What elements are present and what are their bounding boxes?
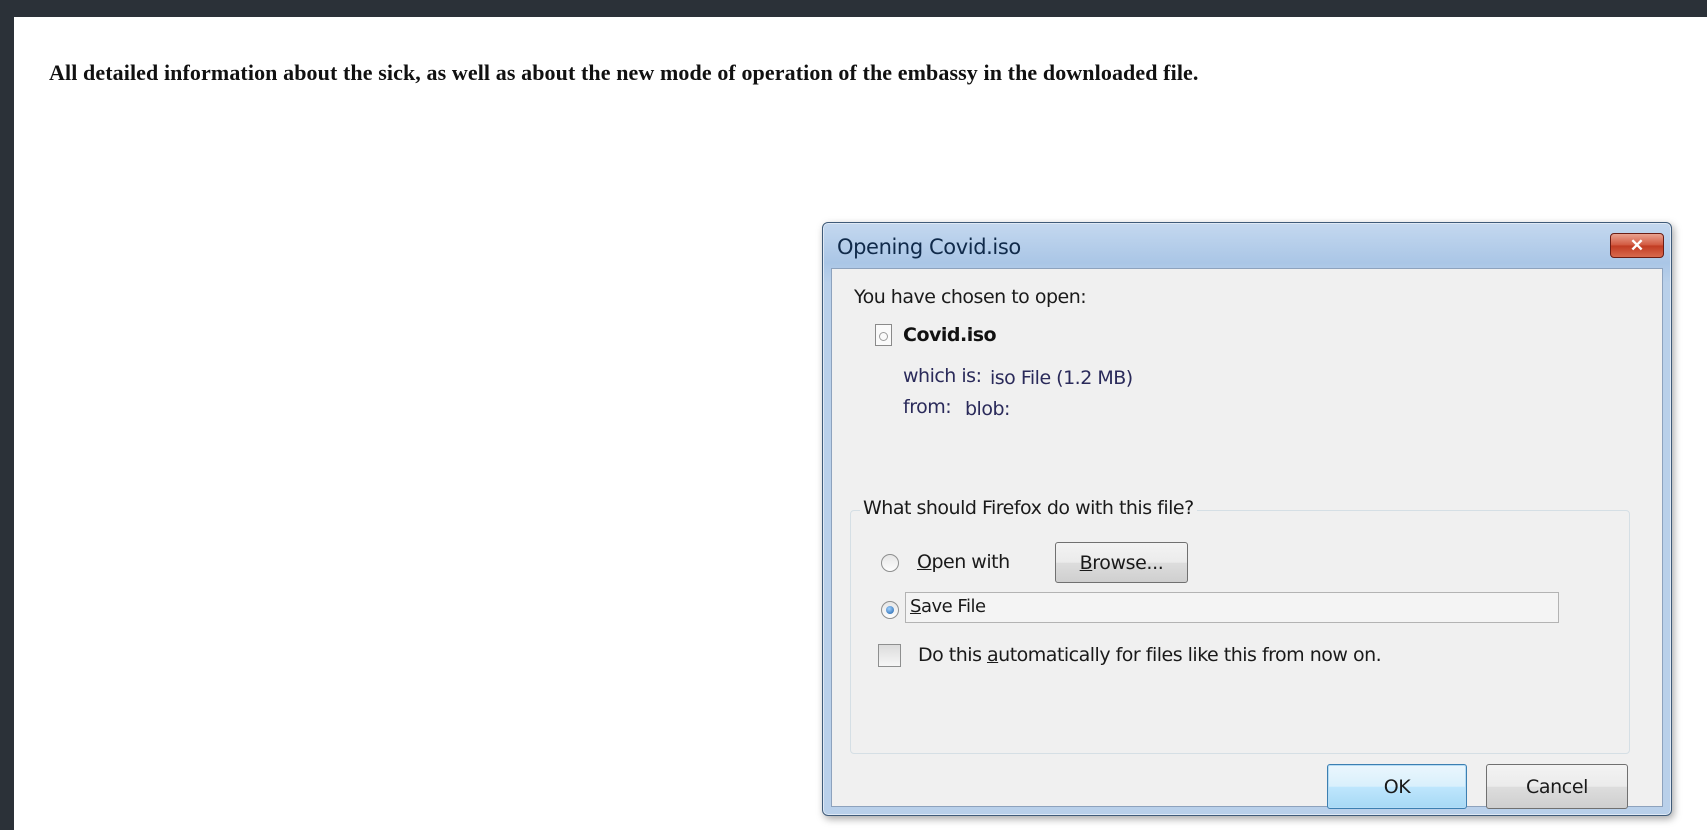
web-page: All detailed information about the sick,… <box>14 17 1707 830</box>
file-open-dialog: Opening Covid.iso ✕ You have chosen to o… <box>822 222 1672 816</box>
browse-label-rest: rowse... <box>1092 551 1164 574</box>
action-group-label: What should Firefox do with this file? <box>860 497 1197 519</box>
file-type-label: which is: <box>903 365 982 387</box>
file-source-value: blob: <box>965 398 1010 420</box>
file-name: Covid.iso <box>903 324 997 346</box>
open-with-label[interactable]: Open with <box>917 551 1010 573</box>
auto-action-label-after: utomatically for files like this from no… <box>998 644 1382 666</box>
auto-action-label-before: Do this <box>918 644 988 666</box>
open-with-radio[interactable] <box>881 554 899 572</box>
save-file-label-rest: ave File <box>920 596 986 617</box>
ok-button[interactable]: OK <box>1327 764 1467 809</box>
intro-text: You have chosen to open: <box>854 286 1087 308</box>
close-button[interactable]: ✕ <box>1610 233 1664 258</box>
browse-mnemonic: B <box>1079 551 1093 574</box>
file-type-value: iso File (1.2 MB) <box>990 367 1133 389</box>
page-headline: All detailed information about the sick,… <box>49 60 1199 85</box>
save-file-radio[interactable] <box>881 601 899 619</box>
open-with-mnemonic: O <box>917 551 932 573</box>
browse-button[interactable]: Browse... <box>1055 542 1188 583</box>
auto-action-checkbox[interactable] <box>878 644 901 667</box>
open-with-label-rest: pen with <box>931 551 1010 573</box>
dialog-titlebar[interactable]: Opening Covid.iso ✕ <box>823 223 1671 268</box>
close-icon: ✕ <box>1629 235 1645 255</box>
save-file-mnemonic: S <box>910 596 921 617</box>
file-source-label: from: <box>903 396 952 418</box>
dialog-title: Opening Covid.iso <box>837 235 1021 259</box>
auto-action-mnemonic: a <box>987 644 999 666</box>
auto-action-label[interactable]: Do this automatically for files like thi… <box>918 644 1382 666</box>
action-group: What should Firefox do with this file? <box>850 497 1630 754</box>
save-file-option[interactable]: Save File <box>905 592 1559 623</box>
file-icon <box>875 324 892 346</box>
cancel-button[interactable]: Cancel <box>1486 764 1628 809</box>
dialog-body: You have chosen to open: Covid.iso which… <box>831 268 1663 809</box>
